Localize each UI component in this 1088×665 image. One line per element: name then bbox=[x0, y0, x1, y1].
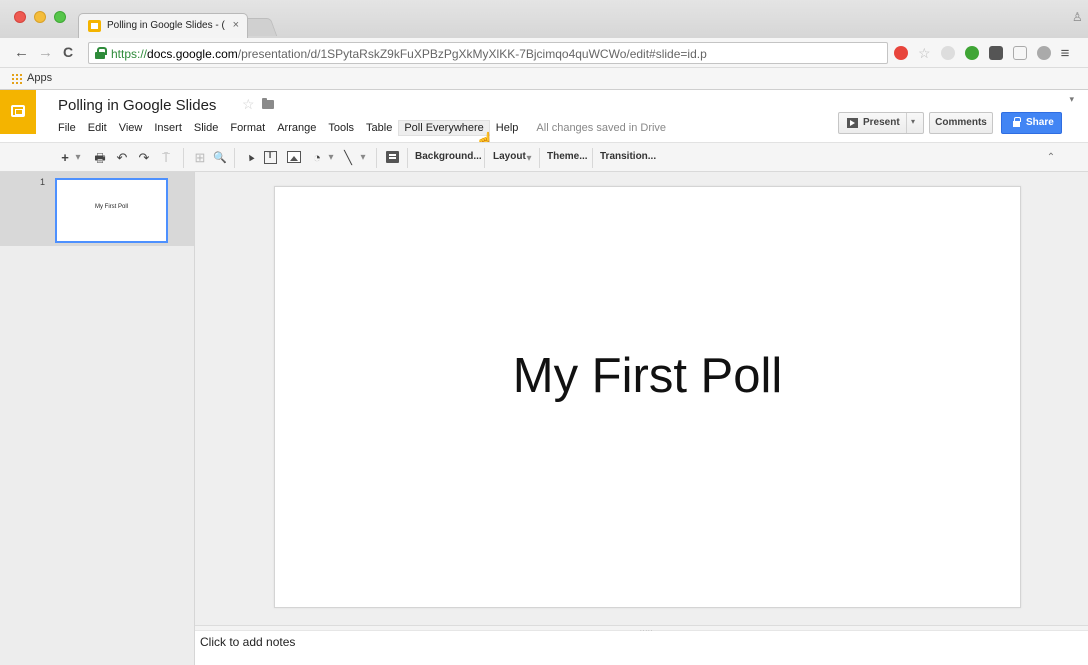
share-lock-icon bbox=[1013, 117, 1021, 127]
secure-lock-icon bbox=[95, 47, 107, 59]
editing-toolbar: + ▾ 🖶 ↶ ↷ ⍑ ⊞ 🔍 ▲ ◔ ▾ ╲ ▾ Background... … bbox=[0, 142, 1088, 172]
menu-format[interactable]: Format bbox=[224, 120, 271, 136]
bookmarks-bar: Apps bbox=[0, 68, 1088, 90]
thumbnail-title: My First Poll bbox=[95, 204, 128, 210]
slide-title-text[interactable]: My First Poll bbox=[275, 348, 1020, 404]
redo-icon[interactable]: ↷ bbox=[136, 149, 152, 167]
play-icon bbox=[847, 118, 858, 128]
layout-dropdown-icon[interactable]: ▾ bbox=[524, 150, 534, 168]
slide-number: 1 bbox=[40, 177, 46, 187]
slides-favicon-icon bbox=[88, 20, 101, 32]
new-slide-dropdown-icon[interactable]: ▾ bbox=[73, 149, 83, 167]
collapse-toolbar-icon[interactable]: ⌃ bbox=[1044, 149, 1058, 167]
undo-icon[interactable]: ↶ bbox=[114, 149, 130, 167]
reload-icon[interactable]: C bbox=[63, 44, 73, 60]
comment-icon[interactable] bbox=[386, 151, 399, 163]
tab-close-icon[interactable]: × bbox=[233, 19, 239, 31]
url-text: https://docs.google.com/presentation/d/1… bbox=[111, 47, 707, 61]
zoom-fit-icon[interactable]: ⊞ bbox=[192, 149, 208, 167]
document-title[interactable]: Polling in Google Slides bbox=[58, 97, 216, 114]
star-icon[interactable]: ☆ bbox=[242, 96, 255, 113]
transition-button[interactable]: Transition... bbox=[600, 151, 656, 162]
browser-toolbar: ← → C https://docs.google.com/presentati… bbox=[0, 38, 1088, 68]
filmstrip: 1 My First Poll bbox=[0, 172, 195, 665]
shape-icon[interactable]: ◔ bbox=[309, 149, 325, 167]
header-caret-icon[interactable]: ▾ bbox=[1069, 94, 1074, 105]
line-icon[interactable]: ╲ bbox=[340, 149, 356, 167]
share-button[interactable]: Share bbox=[1001, 112, 1062, 134]
folder-icon[interactable] bbox=[262, 98, 274, 109]
browser-tab[interactable]: Polling in Google Slides - ( × bbox=[78, 13, 248, 38]
address-bar[interactable]: https://docs.google.com/presentation/d/1… bbox=[88, 42, 888, 64]
filmstrip-slide[interactable]: 1 My First Poll bbox=[0, 172, 194, 246]
theme-button[interactable]: Theme... bbox=[547, 151, 588, 162]
profile-icon[interactable]: ♙ bbox=[1072, 10, 1083, 24]
minimize-window-icon[interactable] bbox=[34, 11, 46, 23]
extension-green-icon[interactable] bbox=[940, 46, 955, 60]
background-button[interactable]: Background... bbox=[415, 151, 482, 162]
menu-arrange[interactable]: Arrange bbox=[271, 120, 322, 136]
speaker-notes[interactable]: Click to add notes bbox=[195, 631, 1088, 665]
extension-gear-icon[interactable] bbox=[964, 46, 979, 60]
extensions-area: ☆ ≡ bbox=[894, 44, 1069, 62]
maximize-window-icon[interactable] bbox=[54, 11, 66, 23]
line-dropdown-icon[interactable]: ▾ bbox=[358, 149, 368, 167]
select-cursor-icon[interactable]: ▲ bbox=[240, 147, 261, 170]
slide-thumbnail[interactable]: My First Poll bbox=[55, 178, 168, 243]
menu-bar: File Edit View Insert Slide Format Arran… bbox=[52, 119, 666, 137]
apps-bookmark[interactable]: Apps bbox=[27, 72, 52, 84]
menu-table[interactable]: Table bbox=[360, 120, 398, 136]
chrome-menu-icon[interactable]: ≡ bbox=[1061, 45, 1070, 62]
slide-canvas[interactable]: My First Poll bbox=[274, 186, 1021, 608]
pocket-icon[interactable] bbox=[1036, 46, 1051, 60]
menu-file[interactable]: File bbox=[52, 120, 82, 136]
extension-edit-icon[interactable] bbox=[988, 46, 1003, 60]
forward-arrow-icon[interactable]: → bbox=[38, 44, 53, 61]
menu-insert[interactable]: Insert bbox=[148, 120, 188, 136]
save-status: All changes saved in Drive bbox=[536, 122, 667, 134]
slide-canvas-area: My First Poll bbox=[195, 172, 1088, 625]
menu-tools[interactable]: Tools bbox=[322, 120, 360, 136]
browser-tabstrip: Polling in Google Slides - ( × ♙ bbox=[0, 0, 1088, 38]
present-button[interactable]: Present ▾ bbox=[838, 112, 924, 134]
cast-icon[interactable] bbox=[1012, 46, 1027, 60]
shape-dropdown-icon[interactable]: ▾ bbox=[326, 149, 336, 167]
apps-grid-icon[interactable] bbox=[12, 74, 22, 84]
app-header: Polling in Google Slides ☆ File Edit Vie… bbox=[0, 90, 1088, 150]
share-label: Share bbox=[1026, 117, 1054, 128]
close-window-icon[interactable] bbox=[14, 11, 26, 23]
comments-button[interactable]: Comments bbox=[929, 112, 993, 134]
extension-red-icon[interactable] bbox=[894, 46, 908, 60]
slides-logo-icon[interactable] bbox=[0, 90, 36, 134]
menu-edit[interactable]: Edit bbox=[82, 120, 113, 136]
back-arrow-icon[interactable]: ← bbox=[14, 44, 29, 61]
present-label: Present bbox=[863, 117, 900, 128]
print-icon[interactable]: 🖶 bbox=[92, 149, 108, 167]
menu-slide[interactable]: Slide bbox=[188, 120, 224, 136]
text-box-icon[interactable] bbox=[264, 150, 277, 164]
layout-button[interactable]: Layout bbox=[493, 151, 526, 162]
notes-placeholder: Click to add notes bbox=[200, 635, 296, 649]
bookmark-star-icon[interactable]: ☆ bbox=[918, 45, 931, 62]
new-slide-icon[interactable]: + bbox=[58, 149, 72, 167]
zoom-icon[interactable]: 🔍 bbox=[212, 149, 228, 167]
image-icon[interactable] bbox=[287, 151, 301, 163]
tab-title: Polling in Google Slides - ( bbox=[107, 20, 225, 31]
present-dropdown-icon[interactable]: ▾ bbox=[911, 117, 915, 126]
paint-format-icon[interactable]: ⍑ bbox=[158, 149, 174, 167]
menu-view[interactable]: View bbox=[113, 120, 149, 136]
